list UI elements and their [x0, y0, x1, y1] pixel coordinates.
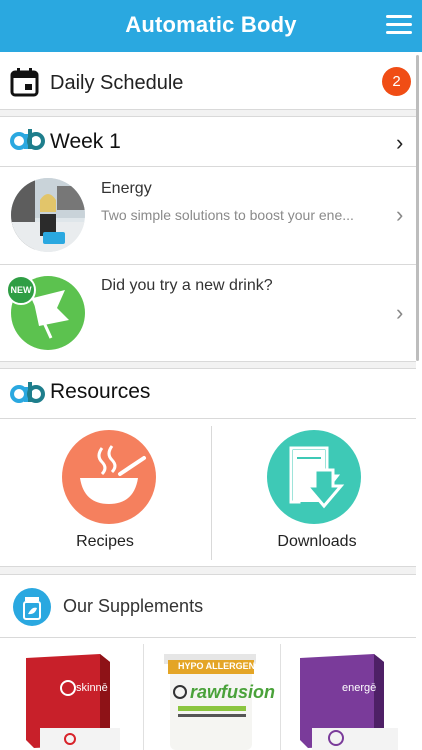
notification-badge: 2 — [382, 67, 411, 96]
divider — [0, 574, 416, 575]
item-title[interactable]: Energy — [101, 180, 152, 198]
calendar-icon — [10, 68, 39, 97]
product-name: energē — [342, 682, 377, 694]
item-subtitle: Two simple solutions to boost your ene..… — [101, 207, 354, 223]
scrollbar[interactable] — [416, 55, 419, 361]
download-icon — [267, 430, 361, 524]
new-badge: NEW — [6, 275, 36, 305]
divider — [0, 368, 416, 369]
product-name: skinnē — [76, 682, 108, 694]
downloads-label: Downloads — [277, 533, 357, 550]
app-header: Automatic Body — [0, 0, 422, 52]
ab-logo-icon — [10, 382, 45, 403]
supplement-bottle-icon — [13, 588, 51, 626]
app-title: Automatic Body — [125, 12, 297, 37]
divider — [280, 644, 281, 750]
chevron-right-icon[interactable]: › — [396, 300, 403, 326]
item-title[interactable]: Did you try a new drink? — [101, 277, 273, 295]
ab-logo-icon — [10, 129, 45, 150]
week-title[interactable]: Week 1 — [50, 130, 121, 154]
energy-thumbnail[interactable] — [11, 178, 85, 252]
supplements-title: Our Supplements — [63, 596, 204, 616]
chevron-right-icon[interactable]: › — [396, 130, 403, 156]
section-gap — [0, 567, 416, 574]
hamburger-menu-icon[interactable] — [386, 15, 412, 37]
downloads-tile[interactable]: Downloads — [212, 420, 422, 566]
recipes-tile[interactable]: Recipes — [0, 420, 210, 566]
product-name: rawfusion — [190, 682, 276, 702]
chevron-right-icon[interactable]: › — [396, 202, 403, 228]
bowl-icon — [62, 430, 156, 524]
product-skinne[interactable]: skinnē — [4, 640, 140, 750]
recipes-label: Recipes — [76, 533, 134, 550]
divider — [0, 264, 416, 265]
daily-schedule-title: Daily Schedule — [50, 72, 184, 94]
resources-title: Resources — [50, 380, 151, 403]
product-rawfusion[interactable]: HYPO ALLERGENIC rawfusion — [144, 640, 280, 750]
divider — [0, 637, 416, 638]
product-energe[interactable]: energē — [282, 640, 418, 750]
product-banner: HYPO ALLERGENIC — [178, 661, 265, 671]
divider — [0, 116, 416, 117]
divider — [0, 166, 416, 167]
divider — [0, 418, 416, 419]
